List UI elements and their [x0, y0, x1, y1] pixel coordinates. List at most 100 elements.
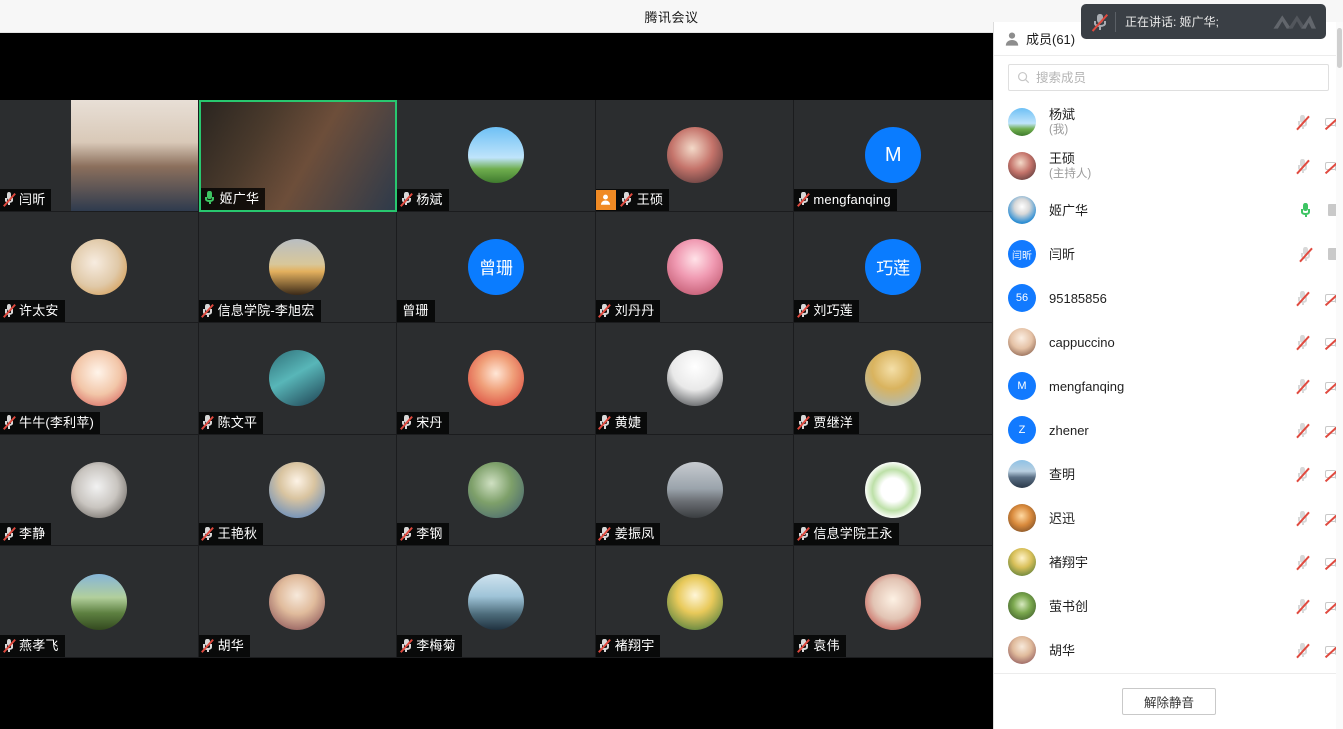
- participant-row[interactable]: 胡华: [994, 628, 1343, 672]
- participant-info: 王硕(主持人): [1049, 151, 1295, 181]
- tile-participant-name: 胡华: [218, 635, 244, 657]
- tile-name-bar: 李梅菊: [397, 635, 462, 657]
- participant-name: 褚翔宇: [1049, 555, 1295, 570]
- participant-info: 杨斌(我): [1049, 107, 1295, 137]
- avatar-image: [468, 574, 524, 630]
- participants-list[interactable]: 杨斌(我) 王硕(主持人) 姬广华闫昕闫昕5695185856cappuccinoM…: [994, 100, 1343, 695]
- video-tile[interactable]: 胡华: [199, 546, 398, 658]
- video-tile[interactable]: 王硕: [596, 100, 795, 212]
- video-tile[interactable]: 宋丹: [397, 323, 596, 435]
- video-tile[interactable]: 燕孝飞: [0, 546, 199, 658]
- video-tile[interactable]: 贾继洋: [794, 323, 993, 435]
- scrollbar-thumb[interactable]: [1337, 28, 1342, 68]
- avatar: [71, 239, 127, 295]
- participant-row[interactable]: 迟迅: [994, 496, 1343, 540]
- mic-muted-icon[interactable]: [1295, 290, 1310, 307]
- video-tile[interactable]: 袁伟: [794, 546, 993, 658]
- mic-active-icon[interactable]: [1298, 202, 1313, 219]
- tile-participant-name: 李静: [19, 523, 45, 545]
- mic-muted-icon[interactable]: [1298, 246, 1313, 263]
- participants-search-area: [994, 56, 1343, 97]
- tile-name-bar: 燕孝飞: [0, 635, 65, 657]
- mic-muted-icon[interactable]: [1295, 114, 1310, 131]
- participant-row[interactable]: 查明: [994, 452, 1343, 496]
- video-tile[interactable]: 信息学院-李旭宏: [199, 212, 398, 324]
- unmute-button[interactable]: 解除静音: [1122, 688, 1216, 715]
- avatar-image: [667, 239, 723, 295]
- avatar-image: [468, 462, 524, 518]
- video-tile[interactable]: 李钢: [397, 435, 596, 547]
- participant-name: 王硕: [1049, 151, 1295, 166]
- tile-name-bar: 李静: [0, 523, 51, 545]
- video-tile[interactable]: 黄婕: [596, 323, 795, 435]
- video-tile[interactable]: 曾珊曾珊: [397, 212, 596, 324]
- search-input[interactable]: [1036, 71, 1320, 85]
- mic-muted-icon[interactable]: [1295, 598, 1310, 615]
- avatar-image: [865, 574, 921, 630]
- mic-muted-icon[interactable]: [1295, 334, 1310, 351]
- search-box[interactable]: [1008, 64, 1329, 91]
- tile-participant-name: 许太安: [19, 300, 59, 322]
- tile-name-bar: 袁伟: [794, 635, 845, 657]
- avatar-image: [468, 127, 524, 183]
- tile-participant-name: mengfanqing: [813, 189, 890, 211]
- video-tile[interactable]: 牛牛(李利苹): [0, 323, 199, 435]
- mic-muted-icon[interactable]: [1295, 642, 1310, 659]
- video-tile[interactable]: 杨斌: [397, 100, 596, 212]
- video-tile[interactable]: 李梅菊: [397, 546, 596, 658]
- participant-row[interactable]: 萤书创: [994, 584, 1343, 628]
- participants-scrollbar[interactable]: [1336, 22, 1343, 729]
- video-tile[interactable]: 李静: [0, 435, 199, 547]
- video-tile[interactable]: 巧莲刘巧莲: [794, 212, 993, 324]
- video-tile[interactable]: Mmengfanqing: [794, 100, 993, 212]
- video-tile[interactable]: 闫昕: [0, 100, 199, 212]
- tile-name-bar: 闫昕: [0, 189, 51, 211]
- participant-row[interactable]: 王硕(主持人): [994, 144, 1343, 188]
- video-tile[interactable]: 褚翔宇: [596, 546, 795, 658]
- participant-row[interactable]: 杨斌(我): [994, 100, 1343, 144]
- mic-muted-icon[interactable]: [1295, 554, 1310, 571]
- participant-row[interactable]: Mmengfanqing: [994, 364, 1343, 408]
- participants-count-label: 成员(61): [1026, 29, 1075, 48]
- avatar: [468, 350, 524, 406]
- mic-muted-icon: [399, 525, 415, 543]
- mic-muted-icon[interactable]: [1295, 422, 1310, 439]
- tile-participant-name: 陈文平: [218, 412, 258, 434]
- participant-info: 查明: [1049, 467, 1295, 482]
- video-tile[interactable]: 姬广华: [199, 100, 398, 212]
- participant-row[interactable]: Zzhener: [994, 408, 1343, 452]
- video-tile[interactable]: 刘丹丹: [596, 212, 795, 324]
- mic-muted-icon[interactable]: [1295, 466, 1310, 483]
- participant-role: (主持人): [1049, 167, 1295, 181]
- mic-muted-icon: [2, 191, 18, 209]
- video-tile[interactable]: 姜振凤: [596, 435, 795, 547]
- participant-row[interactable]: cappuccino: [994, 320, 1343, 364]
- person-icon: [1004, 31, 1020, 47]
- video-tile[interactable]: 陈文平: [199, 323, 398, 435]
- participant-row[interactable]: 姬广华: [994, 188, 1343, 232]
- mic-muted-icon: [796, 637, 812, 655]
- participant-row[interactable]: 闫昕闫昕: [994, 232, 1343, 276]
- avatar: [667, 462, 723, 518]
- avatar: [865, 462, 921, 518]
- avatar: [865, 574, 921, 630]
- video-tile[interactable]: 王艳秋: [199, 435, 398, 547]
- video-tile[interactable]: 信息学院王永: [794, 435, 993, 547]
- avatar: [468, 462, 524, 518]
- video-tile[interactable]: 许太安: [0, 212, 199, 324]
- avatar: [468, 127, 524, 183]
- participant-info: mengfanqing: [1049, 379, 1295, 394]
- mic-muted-icon: [796, 191, 812, 209]
- mic-muted-icon[interactable]: [1295, 510, 1310, 527]
- avatar: [71, 574, 127, 630]
- mic-muted-icon[interactable]: [1295, 378, 1310, 395]
- tile-name-bar: 李钢: [397, 523, 448, 545]
- tile-name-bar: 刘丹丹: [596, 300, 661, 322]
- participant-row[interactable]: 5695185856: [994, 276, 1343, 320]
- tile-name-bar: 姜振凤: [596, 523, 661, 545]
- participant-row[interactable]: 褚翔宇: [994, 540, 1343, 584]
- participant-name: 闫昕: [1049, 247, 1298, 262]
- tile-name-bar: 宋丹: [397, 412, 448, 434]
- tile-participant-name: 燕孝飞: [19, 635, 59, 657]
- mic-muted-icon[interactable]: [1295, 158, 1310, 175]
